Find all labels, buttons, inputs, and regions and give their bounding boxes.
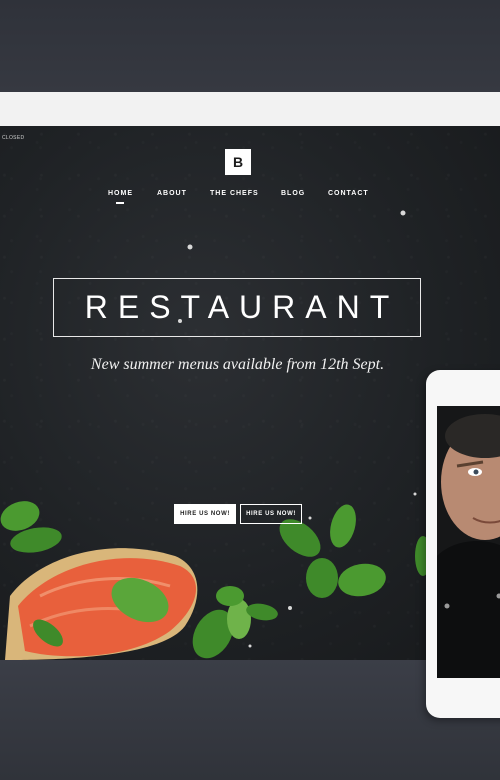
basil-leaf	[330, 504, 356, 548]
nav-item-home[interactable]: HOME	[108, 190, 133, 204]
hero-subtitle: New summer menus available from 12th Sep…	[90, 356, 385, 373]
nav-item-contact[interactable]: CONTACT	[328, 190, 369, 197]
hire-us-button-primary[interactable]: HIRE US NOW!	[174, 504, 236, 524]
bottom-background-band	[0, 660, 500, 780]
basil-leaf	[338, 563, 386, 597]
browser-frame-bar	[0, 92, 500, 126]
nav-item-blog[interactable]: BLOG	[281, 190, 305, 197]
chef-portrait	[437, 406, 500, 678]
food-illustration	[0, 210, 452, 660]
basil-leaf	[306, 558, 338, 598]
hero-title: RESTAURANT	[84, 289, 400, 325]
basil-leaf	[216, 586, 244, 606]
phone-screen	[437, 406, 500, 678]
top-background-band	[0, 0, 500, 92]
logo-letter: B	[232, 154, 244, 170]
mobile-phone-mockup	[426, 370, 500, 718]
closed-tag: CLOSED	[2, 135, 25, 141]
nav-item-about[interactable]: ABOUT	[157, 190, 187, 197]
hire-us-button-secondary[interactable]: HIRE US NOW!	[240, 504, 302, 524]
main-navigation: HOME ABOUT THE CHEFS BLOG CONTACT	[0, 190, 500, 204]
nav-item-the-chefs[interactable]: THE CHEFS	[210, 190, 259, 197]
website-hero-section: CLOSED B HOME ABOUT THE CHEFS BLOG CONTA…	[0, 126, 500, 660]
hero-title-box: RESTAURANT	[53, 278, 421, 337]
site-logo[interactable]: B	[225, 149, 251, 175]
